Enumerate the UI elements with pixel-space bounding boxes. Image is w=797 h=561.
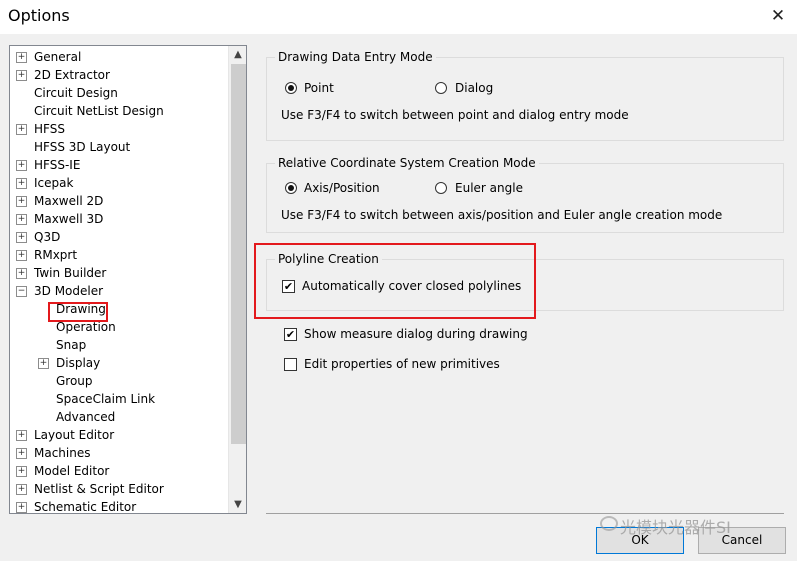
tree-item[interactable]: + Layout Editor <box>10 426 226 444</box>
tree-item-label: Layout Editor <box>34 428 115 442</box>
scroll-up-arrow-icon[interactable]: ▲ <box>229 46 246 63</box>
expand-icon[interactable]: + <box>16 430 27 441</box>
expand-icon[interactable]: + <box>16 52 27 63</box>
tree-item[interactable]: Circuit Design <box>10 84 226 102</box>
tree-item[interactable]: + Twin Builder <box>10 264 226 282</box>
tree-item-label: Netlist & Script Editor <box>34 482 164 496</box>
tree-item-label: Twin Builder <box>34 266 107 280</box>
tree-item[interactable]: + Display <box>10 354 226 372</box>
title-bar: Options ✕ <box>0 0 797 34</box>
tree-item[interactable]: Drawing <box>10 300 226 318</box>
tree-item[interactable]: Snap <box>10 336 226 354</box>
scroll-down-arrow-icon[interactable]: ▼ <box>229 496 246 513</box>
options-tree[interactable]: + General +2D Extractor Circuit Design Circu… <box>9 45 247 514</box>
relative-cs-hint: Use F3/F4 to switch between axis/positio… <box>281 208 723 222</box>
expand-icon[interactable]: + <box>16 160 27 171</box>
tree-item[interactable]: + Schematic Editor <box>10 498 226 514</box>
expand-icon[interactable]: + <box>16 448 27 459</box>
tree-item-label: Circuit Design <box>34 86 118 100</box>
window-title: Options <box>8 6 70 25</box>
tree-scrollbar[interactable]: ▲ ▼ <box>228 46 246 513</box>
tree-item[interactable]: + Netlist & Script Editor <box>10 480 226 498</box>
tree-item[interactable]: SpaceClaim Link <box>10 390 226 408</box>
tree-item-label: RMxprt <box>34 248 78 262</box>
relative-cs-title: Relative Coordinate System Creation Mode <box>275 155 539 171</box>
close-icon[interactable]: ✕ <box>766 5 790 27</box>
tree-item-label: Circuit NetList Design <box>34 104 164 118</box>
tree-item[interactable]: + RMxprt <box>10 246 226 264</box>
axis-position-label[interactable]: Axis/Position <box>304 180 380 196</box>
tree-item[interactable]: + Machines <box>10 444 226 462</box>
scroll-thumb[interactable] <box>231 64 246 444</box>
tree-item[interactable]: Group <box>10 372 226 390</box>
tree-item-label: HFSS 3D Layout <box>34 140 131 154</box>
expand-icon[interactable]: + <box>38 358 49 369</box>
tree-item[interactable]: + Model Editor <box>10 462 226 480</box>
tree-item-label: Model Editor <box>34 464 110 478</box>
tree-item[interactable]: −3D Modeler <box>10 282 226 300</box>
tree-item-label: Maxwell 3D <box>34 212 104 226</box>
tree-item[interactable]: + HFSS <box>10 120 226 138</box>
tree-item-label: Advanced <box>56 410 116 424</box>
expand-icon[interactable]: + <box>16 232 27 243</box>
tree-item-label: Maxwell 2D <box>34 194 104 208</box>
expand-icon[interactable]: + <box>16 250 27 261</box>
tree-item-label: Icepak <box>34 176 74 190</box>
drawing-mode-hint: Use F3/F4 to switch between point and di… <box>281 108 629 122</box>
selected-item-highlight <box>48 302 108 322</box>
tree-item-label: Schematic Editor <box>34 500 137 514</box>
tree-item-label: Display <box>56 356 101 370</box>
tree-item[interactable]: HFSS 3D Layout <box>10 138 226 156</box>
expand-icon[interactable]: + <box>16 70 27 81</box>
polyline-highlight-box <box>254 243 536 319</box>
edit-properties-checkbox[interactable] <box>284 358 297 371</box>
collapse-icon[interactable]: − <box>16 286 27 297</box>
dialog-radio[interactable] <box>435 82 447 94</box>
point-label[interactable]: Point <box>304 80 334 96</box>
expand-icon[interactable]: + <box>16 484 27 495</box>
tree-item[interactable]: + Maxwell 2D <box>10 192 226 210</box>
tree-item-label: 3D Modeler <box>34 284 104 298</box>
expand-icon[interactable]: + <box>16 214 27 225</box>
tree-item-label: 2D Extractor <box>34 68 110 82</box>
tree-item[interactable]: Operation <box>10 318 226 336</box>
euler-angle-label[interactable]: Euler angle <box>455 180 523 196</box>
dialog-label[interactable]: Dialog <box>455 80 493 96</box>
tree-item[interactable]: + Icepak <box>10 174 226 192</box>
tree-item-label: Group <box>56 374 93 388</box>
show-measure-label[interactable]: Show measure dialog during drawing <box>304 326 528 342</box>
tree-item-label: Machines <box>34 446 91 460</box>
point-radio[interactable] <box>285 82 297 94</box>
tree-item-label: HFSS <box>34 122 65 136</box>
tree-item-label: Snap <box>56 338 87 352</box>
tree-item[interactable]: Circuit NetList Design <box>10 102 226 120</box>
expand-icon[interactable]: + <box>16 178 27 189</box>
watermark-logo-icon <box>600 516 618 531</box>
axis-position-radio[interactable] <box>285 182 297 194</box>
expand-icon[interactable]: + <box>16 268 27 279</box>
tree-item-label: General <box>34 50 82 64</box>
show-measure-checkbox[interactable]: ✔ <box>284 328 297 341</box>
expand-icon[interactable]: + <box>16 124 27 135</box>
watermark-text: 光模块光器件SI <box>620 518 731 537</box>
tree-item-label: HFSS-IE <box>34 158 81 172</box>
expand-icon[interactable]: + <box>16 502 27 513</box>
tree-item[interactable]: + General <box>10 48 226 66</box>
edit-properties-label[interactable]: Edit properties of new primitives <box>304 356 500 372</box>
tree-item-label: SpaceClaim Link <box>56 392 156 406</box>
expand-icon[interactable]: + <box>16 196 27 207</box>
tree-item[interactable]: Advanced <box>10 408 226 426</box>
tree-item[interactable]: + HFSS-IE <box>10 156 226 174</box>
tree-item[interactable]: + Q3D <box>10 228 226 246</box>
tree-item-label: Q3D <box>34 230 61 244</box>
drawing-mode-title: Drawing Data Entry Mode <box>275 49 436 65</box>
tree-item[interactable]: + Maxwell 3D <box>10 210 226 228</box>
euler-angle-radio[interactable] <box>435 182 447 194</box>
expand-icon[interactable]: + <box>16 466 27 477</box>
tree-item[interactable]: +2D Extractor <box>10 66 226 84</box>
drawing-mode-group: Drawing Data Entry Mode <box>266 49 784 141</box>
